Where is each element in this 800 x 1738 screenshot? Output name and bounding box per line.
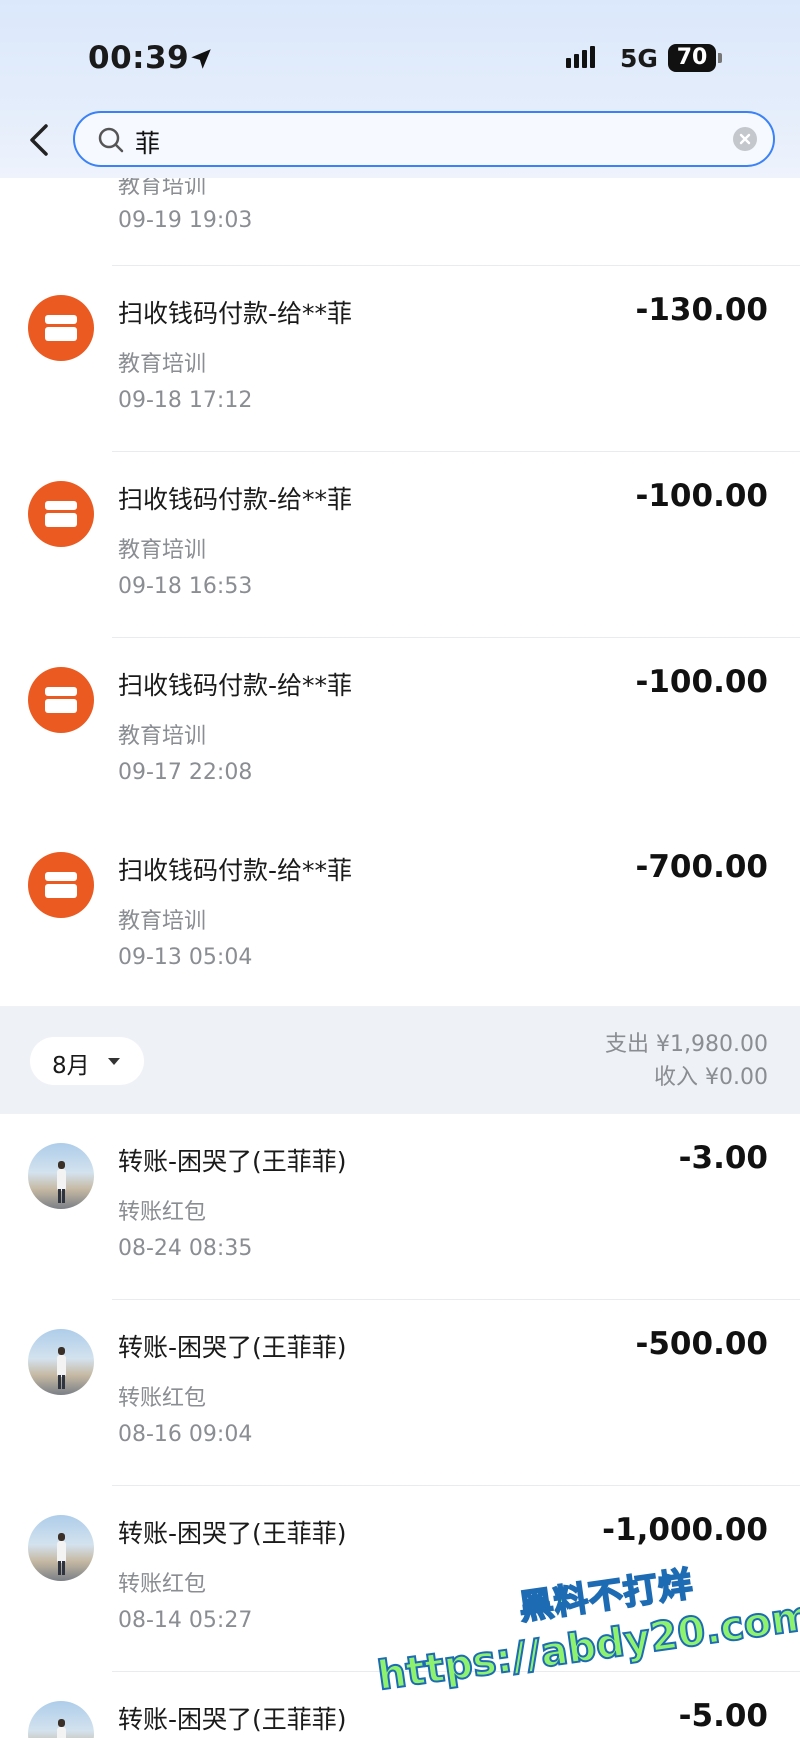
shop-icon: [28, 667, 94, 733]
transaction-title: 转账-困哭了(王菲菲): [118, 1705, 347, 1734]
signal-icon: [566, 46, 598, 68]
category-label: 教育培训: [118, 724, 207, 749]
top-header: 00:39 5G 70 菲: [0, 0, 800, 178]
transaction-title: 转账-困哭了(王菲菲): [118, 1147, 347, 1176]
chevron-left-icon: [30, 124, 48, 156]
avatar: [28, 1143, 94, 1209]
shop-icon: [28, 852, 94, 918]
category-label: 教育培训: [118, 352, 207, 377]
list-item[interactable]: 扫收钱码付款-给**菲 教育培训 09-17 22:08 -100.00: [0, 638, 800, 824]
clear-icon[interactable]: [733, 127, 757, 151]
timestamp: 09-18 16:53: [118, 574, 253, 599]
transaction-title: 转账-困哭了(王菲菲): [118, 1519, 347, 1548]
amount: -1,000.00: [602, 1512, 768, 1548]
search-icon: [98, 127, 124, 153]
status-bar: 00:39 5G 70: [0, 0, 800, 100]
back-button[interactable]: [20, 118, 60, 162]
amount: -100.00: [635, 478, 769, 514]
list-item[interactable]: 扫收钱码付款-给**菲 教育培训 09-18 17:12 -130.00: [0, 266, 800, 452]
search-input[interactable]: 菲: [73, 111, 775, 167]
transaction-title: 扫收钱码付款-给**菲: [118, 856, 353, 885]
caret-down-icon: [108, 1058, 120, 1065]
month-label: 8月: [52, 1053, 90, 1079]
avatar: [28, 1701, 94, 1738]
network-type: 5G: [620, 44, 658, 73]
avatar: [28, 1329, 94, 1395]
timestamp: 08-16 09:04: [118, 1422, 253, 1447]
search-query: 菲: [135, 129, 161, 158]
shop-icon: [28, 481, 94, 547]
amount: -500.00: [635, 1326, 769, 1362]
transaction-title: 转账-困哭了(王菲菲): [118, 1333, 347, 1362]
month-summary: 支出 ¥1,980.00 收入 ¥0.00: [605, 1028, 768, 1094]
amount: -100.00: [635, 664, 769, 700]
timestamp: 08-24 08:35: [118, 1236, 253, 1261]
transaction-title: 扫收钱码付款-给**菲: [118, 485, 353, 514]
month-section-header: 8月 支出 ¥1,980.00 收入 ¥0.00: [0, 1006, 800, 1114]
income-total: 收入 ¥0.00: [654, 1065, 768, 1090]
amount: -130.00: [635, 292, 769, 328]
battery-cap: [718, 53, 722, 63]
month-selector[interactable]: 8月: [30, 1037, 144, 1085]
transaction-title: 扫收钱码付款-给**菲: [118, 671, 353, 700]
timestamp: 09-17 22:08: [118, 760, 253, 785]
amount: -3.00: [678, 1140, 768, 1176]
timestamp: 09-19 19:03: [118, 208, 253, 233]
list-item[interactable]: 扫收钱码付款-给**菲 教育培训 09-18 16:53 -100.00: [0, 452, 800, 638]
amount: -700.00: [635, 849, 769, 885]
timestamp: 09-13 05:04: [118, 945, 253, 970]
category-label: 转账红包: [118, 1572, 207, 1597]
shop-icon: [28, 295, 94, 361]
expense-total: 支出 ¥1,980.00: [605, 1032, 768, 1057]
category-label: 转账红包: [118, 1200, 207, 1225]
status-time: 00:39: [88, 40, 190, 76]
transaction-title: 扫收钱码付款-给**菲: [118, 299, 353, 328]
category-label: 教育培训: [118, 538, 207, 563]
list-item[interactable]: 转账-困哭了(王菲菲) 转账红包 08-16 09:04 -500.00: [0, 1300, 800, 1486]
category-label: 教育培训: [118, 909, 207, 934]
amount: -5.00: [678, 1698, 768, 1734]
timestamp: 08-14 05:27: [118, 1608, 253, 1633]
avatar: [28, 1515, 94, 1581]
category-label: 转账红包: [118, 1386, 207, 1411]
location-arrow-icon: [191, 49, 211, 69]
timestamp: 09-18 17:12: [118, 388, 253, 413]
list-item[interactable]: 转账-困哭了(王菲菲) 转账红包 08-24 08:35 -3.00: [0, 1114, 800, 1300]
list-item[interactable]: 扫收钱码付款-给**菲 教育培训 09-13 05:04 -700.00: [0, 823, 800, 1006]
battery-icon: 70: [668, 44, 716, 72]
